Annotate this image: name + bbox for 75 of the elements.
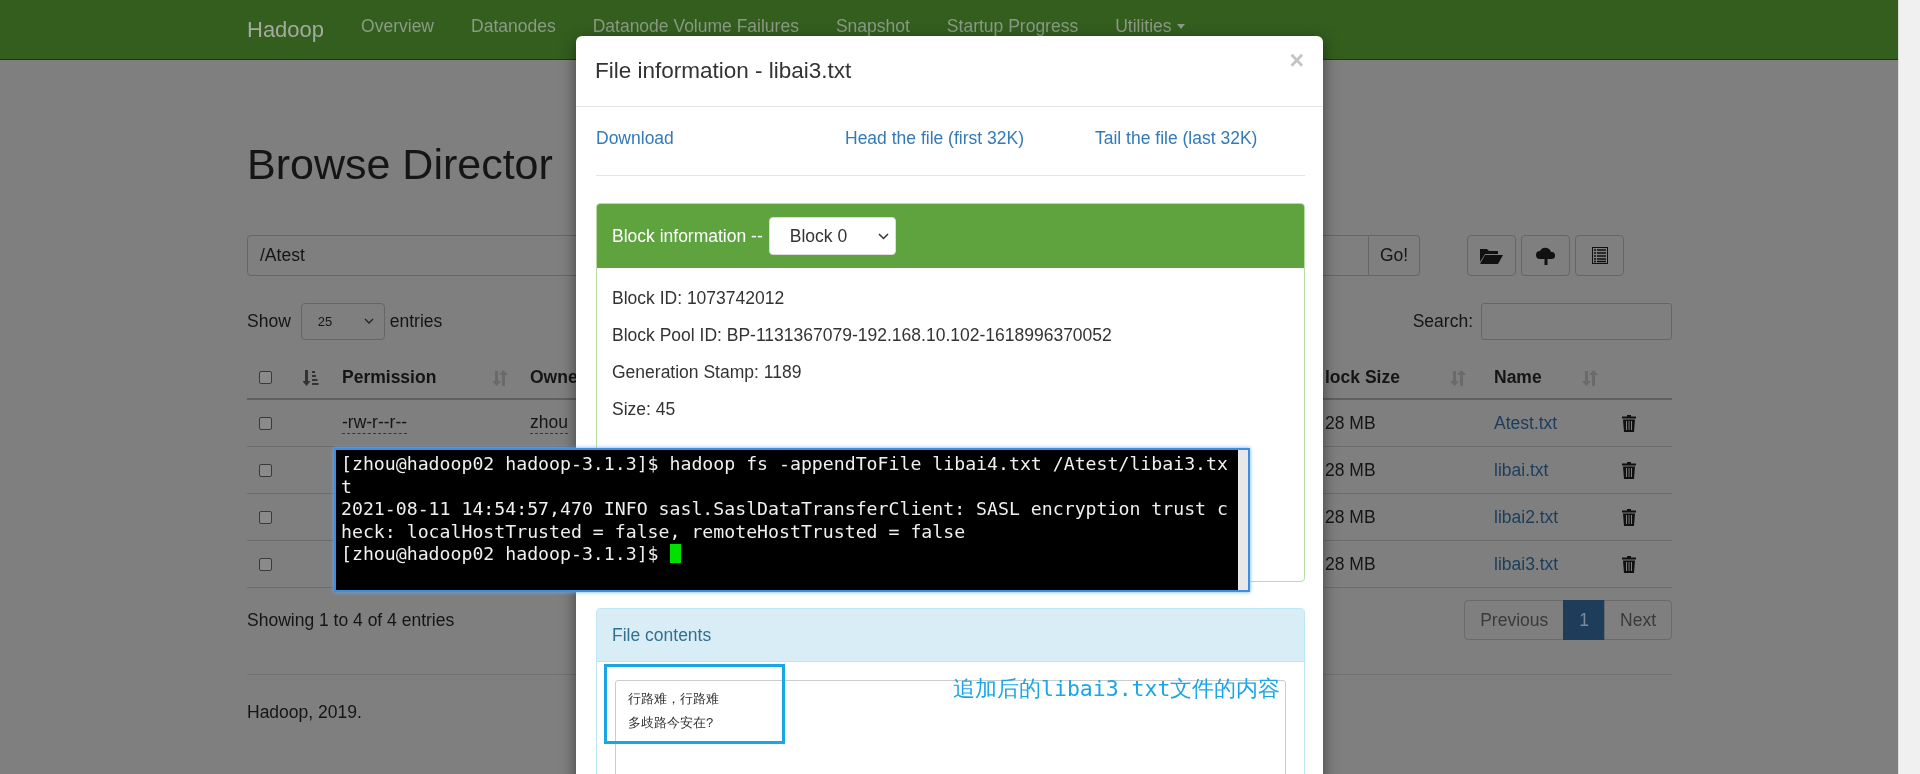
pagination-button[interactable]: Previous [1464, 600, 1565, 640]
chevron-down-icon [877, 232, 889, 240]
terminal-scrollbar[interactable] [1238, 450, 1248, 590]
pagination-button[interactable]: 1 [1563, 600, 1605, 640]
folder-button[interactable] [1467, 235, 1516, 276]
trash-icon[interactable] [1622, 461, 1636, 479]
trash-icon[interactable] [1622, 508, 1636, 526]
file-link[interactable]: libai2.txt [1494, 506, 1559, 528]
list-icon [1591, 247, 1608, 264]
block-field: Size: 45 [612, 399, 676, 419]
block-field: Block Pool ID: BP-1131367079-192.168.10.102-1618996370052 [612, 325, 1112, 345]
entries-info: Showing 1 to 4 of 4 entries [247, 609, 455, 631]
terminal-line: [zhou@hadoop02 hadoop-3.1.3]$ hadoop fs -appendToFile libai4.txt /Atest/libai3.tx [341, 453, 1229, 476]
terminal-line: heck: localHostTrusted = false, remoteHostTrusted = false [341, 520, 967, 543]
sort-descending-icon[interactable] [303, 368, 319, 387]
file-link[interactable]: libai.txt [1494, 459, 1549, 481]
owner-link[interactable]: zhou [530, 412, 568, 434]
trash-icon[interactable] [1622, 555, 1636, 573]
show-label: Show [247, 310, 291, 332]
dialog-link[interactable]: Head the file (first 32K) [845, 128, 1024, 148]
file-link[interactable]: libai3.txt [1494, 553, 1559, 575]
column-header[interactable]: Name [1494, 367, 1542, 388]
block-field: Generation Stamp: 1189 [612, 362, 802, 382]
annotation-text: 追加后的libai3.txt文件的内容 [953, 675, 1281, 703]
dialog-title: File information - libai3.txt [595, 58, 852, 84]
trash-icon[interactable] [1622, 414, 1636, 432]
list-button[interactable] [1575, 235, 1624, 276]
page-size-select[interactable]: 25 [300, 302, 385, 340]
terminal-line: 2021-08-11 14:54:57,470 INFO sasl.SaslDataTransferClient: SASL encryption trust c [341, 498, 1229, 521]
block-heading-text: Block information -- [612, 225, 763, 247]
column-header[interactable]: Owne [530, 367, 578, 388]
chevron-down-icon [363, 318, 374, 324]
page-heading: Browse Director [247, 139, 553, 190]
block-field: Block ID: 1073742012 [612, 288, 785, 308]
table-cell: 28 MB [1325, 412, 1376, 434]
cursor-icon [669, 544, 681, 563]
dialog-link[interactable]: Download [596, 128, 674, 148]
search-field[interactable] [1481, 302, 1672, 340]
column-header[interactable]: lock Size [1325, 367, 1400, 388]
column-header[interactable]: Permission [342, 367, 437, 388]
checkbox[interactable] [259, 510, 272, 524]
file-contents-line: 行路难，行路难 [628, 690, 719, 708]
cloud-upload-icon [1534, 245, 1557, 266]
contents-heading: File contents [612, 624, 712, 646]
table-cell: 28 MB [1325, 553, 1376, 575]
block-select[interactable]: Block 0 [768, 217, 896, 255]
brand-link[interactable]: Hadoop [247, 16, 325, 43]
permission-link[interactable]: -rw-r--r-- [342, 412, 408, 434]
nav-link[interactable]: Datanode Volume Failures [592, 18, 799, 35]
scrollbar[interactable] [1898, 0, 1920, 774]
nav-link[interactable]: Overview [361, 18, 434, 35]
nav-link[interactable]: Utilities [1115, 18, 1185, 35]
dialog-link[interactable]: Tail the file (last 32K) [1095, 128, 1258, 148]
close-button[interactable]: × [1289, 45, 1304, 75]
nav-link[interactable]: Datanodes [471, 18, 556, 35]
footer-text: Hadoop, 2019. [247, 702, 362, 722]
file-contents-line: 多歧路今安在? [628, 714, 714, 732]
table-cell: 28 MB [1325, 506, 1376, 528]
caret-icon [1176, 24, 1185, 29]
pagination-button[interactable]: Next [1604, 600, 1672, 640]
table-cell: 28 MB [1325, 459, 1376, 481]
terminal-prompt: [zhou@hadoop02 hadoop-3.1.3]$ [341, 543, 659, 564]
file-link[interactable]: Atest.txt [1494, 412, 1558, 434]
checkbox[interactable] [259, 557, 272, 571]
folder-icon [1480, 247, 1503, 264]
terminal-line: t [341, 475, 353, 498]
checkbox[interactable] [259, 463, 272, 477]
nav-link[interactable]: Snapshot [835, 18, 910, 35]
nav-link[interactable]: Startup Progress [946, 18, 1079, 35]
checkbox[interactable] [259, 416, 272, 430]
upload-button[interactable] [1521, 235, 1570, 276]
go-button[interactable]: Go! [1369, 235, 1420, 276]
checkbox[interactable] [259, 371, 272, 384]
entries-label: entries [389, 310, 443, 332]
search-label: Search: [1412, 310, 1473, 332]
